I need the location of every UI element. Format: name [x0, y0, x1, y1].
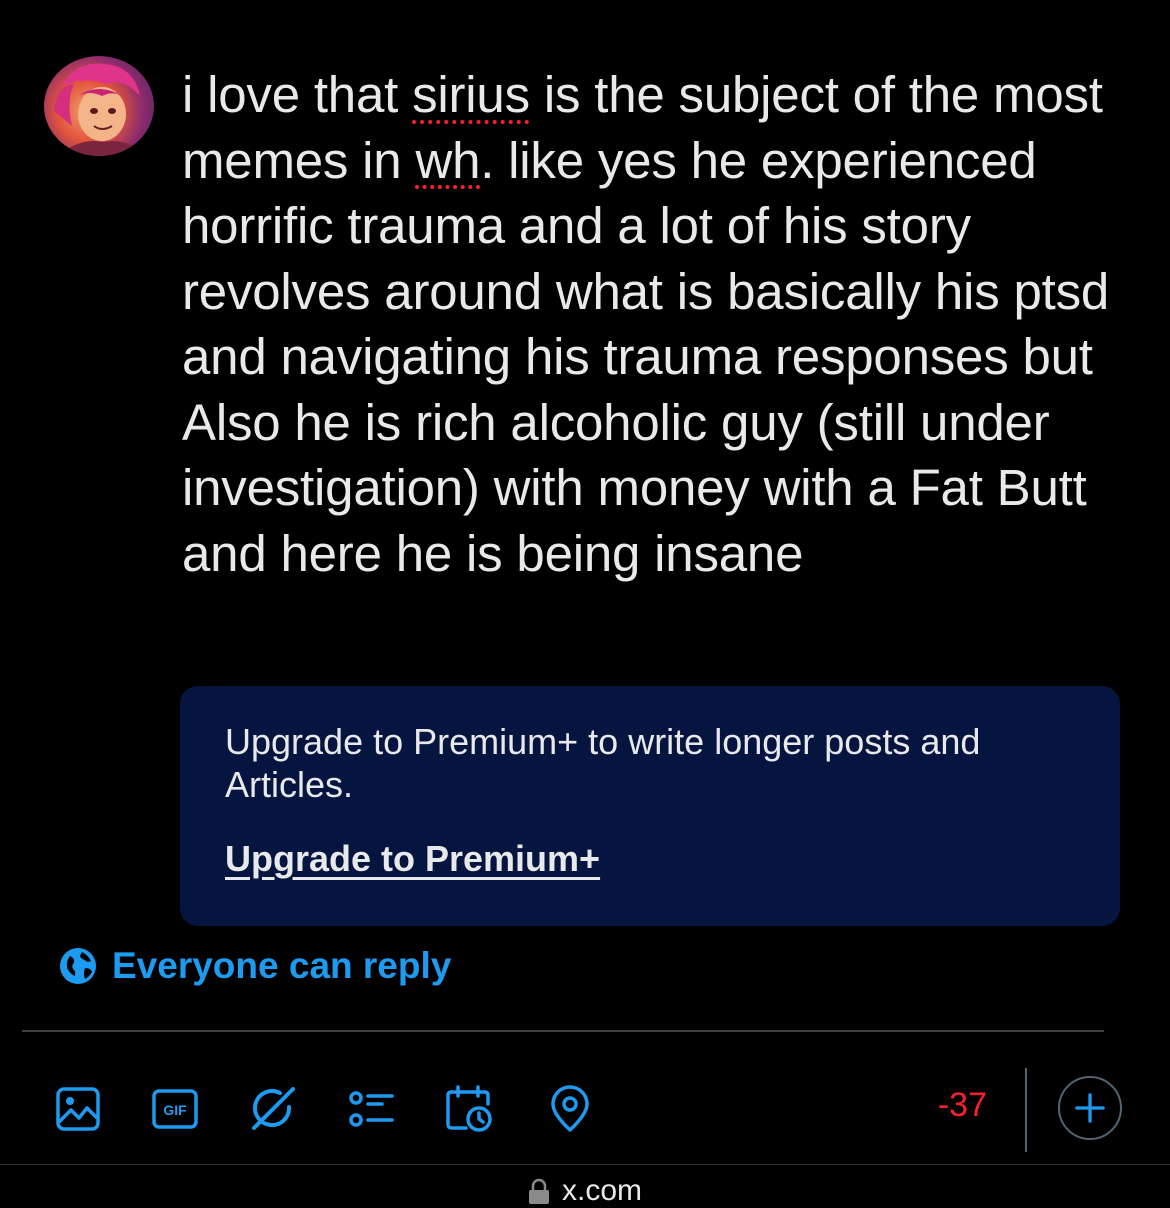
grok-icon[interactable]	[247, 1084, 297, 1134]
toolbar-separator	[1025, 1068, 1027, 1152]
compose-text[interactable]: i love that sirius is the subject of the…	[182, 62, 1142, 586]
reply-setting-button[interactable]: Everyone can reply	[58, 942, 451, 990]
premium-upsell-message: Upgrade to Premium+ to write longer post…	[225, 721, 981, 805]
avatar[interactable]	[44, 56, 154, 156]
url-text: x.com	[561, 1174, 642, 1207]
upgrade-premium-link[interactable]: Upgrade to Premium+	[225, 838, 600, 880]
compose-text-segment: i love that	[182, 66, 413, 123]
globe-icon	[60, 948, 96, 984]
image-icon[interactable]	[53, 1084, 103, 1134]
misspelled-word[interactable]: wh	[415, 132, 480, 189]
compose-text-segment: . like yes he experienced horrific traum…	[182, 131, 1110, 582]
premium-upsell-card: Upgrade to Premium+ to write longer post…	[180, 686, 1120, 926]
gif-icon-text: GIF	[163, 1102, 187, 1118]
browser-divider	[0, 1164, 1170, 1165]
plus-icon	[1075, 1093, 1105, 1123]
reply-setting-label: Everyone can reply	[112, 945, 452, 986]
divider	[22, 1030, 1104, 1032]
gif-icon[interactable]: GIF	[150, 1084, 200, 1134]
misspelled-word[interactable]: sirius	[412, 66, 530, 123]
add-post-button[interactable]	[1058, 1076, 1122, 1140]
character-count: -37	[937, 1086, 987, 1124]
poll-icon[interactable]	[346, 1084, 396, 1134]
schedule-icon[interactable]	[444, 1084, 494, 1134]
location-icon[interactable]	[545, 1084, 595, 1134]
lock-icon	[528, 1178, 549, 1204]
browser-url-bar[interactable]: x.com	[0, 1174, 1170, 1207]
